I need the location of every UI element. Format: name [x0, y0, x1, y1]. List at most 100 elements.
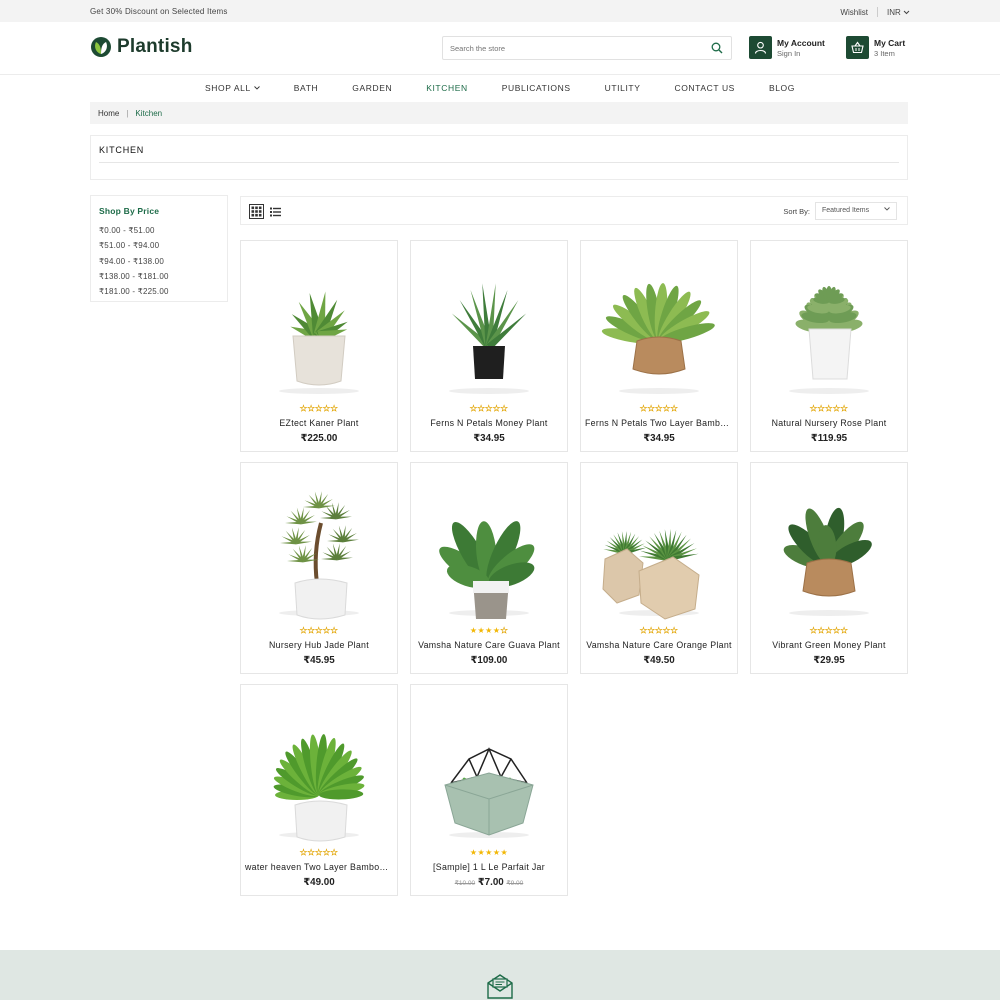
rating-stars: ★★★★★ — [751, 626, 907, 636]
product-image[interactable] — [411, 685, 567, 845]
product-name[interactable]: Ferns N Petals Money Plant — [415, 418, 563, 428]
product-image[interactable] — [411, 241, 567, 401]
star-icon: ★ — [330, 626, 339, 636]
price-range-item[interactable]: ₹0.00 - ₹51.00 — [99, 226, 219, 241]
category-header: KITCHEN — [90, 135, 908, 180]
product-name[interactable]: Vibrant Green Money Plant — [755, 640, 903, 650]
product-price: ₹34.95 — [643, 433, 675, 444]
product-name[interactable]: Natural Nursery Rose Plant — [755, 418, 903, 428]
product-card[interactable]: ★★★★★ Vibrant Green Money Plant ₹29.95 — [750, 462, 908, 674]
nav-blog[interactable]: BLOG — [752, 76, 812, 100]
star-icon: ★ — [817, 404, 826, 414]
main-nav: SHOP ALL BATH GARDEN KITCHEN PUBLICATION… — [0, 76, 1000, 100]
search-icon — [711, 42, 723, 54]
star-icon: ★ — [817, 626, 826, 636]
account-title: My Account — [777, 37, 825, 48]
product-card[interactable]: ★★★★★ water heaven Two Layer Bamboo Plant… — [240, 684, 398, 896]
grid-view-icon — [251, 206, 262, 217]
star-icon: ★ — [500, 404, 509, 414]
product-card[interactable]: ★★★★★ Nursery Hub Jade Plant ₹45.95 — [240, 462, 398, 674]
brand-logo[interactable]: Plantish — [90, 36, 193, 58]
breadcrumb-home[interactable]: Home — [98, 109, 119, 118]
product-card[interactable]: ★★★★★ Vamsha Nature Care Orange Plant ₹49.… — [580, 462, 738, 674]
list-view-button[interactable] — [268, 204, 283, 219]
product-card[interactable]: ★★★★★ [Sample] 1 L Le Parfait Jar ₹10.00 ₹… — [410, 684, 568, 896]
star-icon: ★ — [322, 848, 331, 858]
product-image[interactable] — [581, 241, 737, 401]
rating-stars: ★★★★★ — [581, 404, 737, 414]
price-range-item[interactable]: ₹51.00 - ₹94.00 — [99, 241, 219, 256]
topbar-divider — [876, 7, 878, 17]
nav-publications[interactable]: PUBLICATIONS — [485, 76, 588, 100]
price-range-item[interactable]: ₹138.00 - ₹181.00 — [99, 272, 219, 287]
search-bar — [442, 36, 732, 60]
mail-icon — [487, 974, 513, 999]
star-icon: ★ — [500, 626, 509, 636]
wishlist-link[interactable]: Wishlist — [840, 8, 868, 17]
nav-utility[interactable]: UTILITY — [588, 76, 658, 100]
plant-illustration — [279, 491, 359, 620]
product-image[interactable] — [581, 463, 737, 623]
nav-contact-us[interactable]: CONTACT US — [657, 76, 751, 100]
grid-view-button[interactable] — [249, 204, 264, 219]
product-image[interactable] — [751, 241, 907, 401]
product-name[interactable]: EZtect Kaner Plant — [245, 418, 393, 428]
title-divider — [99, 162, 899, 163]
cart-link[interactable]: My Cart 3 Item — [846, 36, 905, 59]
product-image[interactable] — [241, 685, 397, 845]
nav-kitchen[interactable]: KITCHEN — [409, 76, 485, 100]
price-range-item[interactable]: ₹181.00 - ₹225.00 — [99, 287, 219, 302]
star-icon: ★ — [647, 404, 656, 414]
sort-label: Sort By: — [783, 206, 810, 216]
account-link[interactable]: My Account Sign In — [749, 36, 825, 59]
product-name[interactable]: water heaven Two Layer Bamboo Plant — [245, 862, 393, 872]
price-range-item[interactable]: ₹94.00 - ₹138.00 — [99, 257, 219, 272]
star-icon: ★ — [670, 404, 679, 414]
basket-icon — [851, 41, 864, 54]
sort-select[interactable]: Featured Items — [815, 202, 897, 220]
nav-bath[interactable]: BATH — [277, 76, 335, 100]
newsletter-section — [0, 950, 1000, 1000]
star-icon: ★ — [500, 848, 509, 857]
chevron-down-icon — [884, 207, 890, 211]
product-price: ₹49.50 — [643, 655, 675, 666]
product-card[interactable]: ★★★★★ EZtect Kaner Plant ₹225.00 — [240, 240, 398, 452]
product-image[interactable] — [241, 463, 397, 623]
product-card[interactable]: ★★★★★ Natural Nursery Rose Plant ₹119.95 — [750, 240, 908, 452]
product-card[interactable]: ★★★★★ Vamsha Nature Care Guava Plant ₹109.… — [410, 462, 568, 674]
plant-illustration — [444, 747, 534, 838]
product-image[interactable] — [241, 241, 397, 401]
user-icon — [754, 41, 767, 54]
rating-stars: ★★★★★ — [241, 626, 397, 636]
nav-shop-all[interactable]: SHOP ALL — [188, 76, 277, 100]
nav-garden[interactable]: GARDEN — [335, 76, 409, 100]
account-icon-box — [749, 36, 772, 59]
star-icon: ★ — [315, 626, 323, 636]
star-icon: ★ — [330, 848, 339, 858]
product-name[interactable]: Vamsha Nature Care Orange Plant — [585, 640, 733, 650]
search-button[interactable] — [703, 37, 731, 59]
star-icon: ★ — [485, 626, 493, 635]
search-input[interactable] — [443, 37, 703, 59]
product-name[interactable]: [Sample] 1 L Le Parfait Jar — [415, 862, 563, 872]
product-name[interactable]: Ferns N Petals Two Layer Bamboo Plant — [585, 418, 733, 428]
price-filter: Shop By Price ₹0.00 - ₹51.00 ₹51.00 - ₹9… — [90, 195, 228, 302]
currency-selector[interactable]: INR — [887, 8, 910, 17]
promo-text: Get 30% Discount on Selected Items — [90, 7, 228, 16]
star-icon: ★ — [492, 848, 501, 857]
rating-stars: ★★★★★ — [241, 848, 397, 858]
product-name[interactable]: Nursery Hub Jade Plant — [245, 640, 393, 650]
product-image[interactable] — [751, 463, 907, 623]
product-image[interactable] — [411, 463, 567, 623]
star-icon: ★ — [832, 626, 841, 636]
cart-count: 3 Item — [874, 48, 895, 58]
cart-title: My Cart — [874, 37, 906, 48]
product-name[interactable]: Vamsha Nature Care Guava Plant — [415, 640, 563, 650]
plant-illustration — [449, 283, 529, 394]
plant-illustration — [273, 734, 365, 842]
product-card[interactable]: ★★★★★ Ferns N Petals Two Layer Bamboo Pla… — [580, 240, 738, 452]
product-card[interactable]: ★★★★★ Ferns N Petals Money Plant ₹34.95 — [410, 240, 568, 452]
star-icon: ★ — [477, 626, 486, 635]
brand-name: Plantish — [117, 36, 193, 57]
breadcrumb-current: Kitchen — [135, 108, 163, 118]
